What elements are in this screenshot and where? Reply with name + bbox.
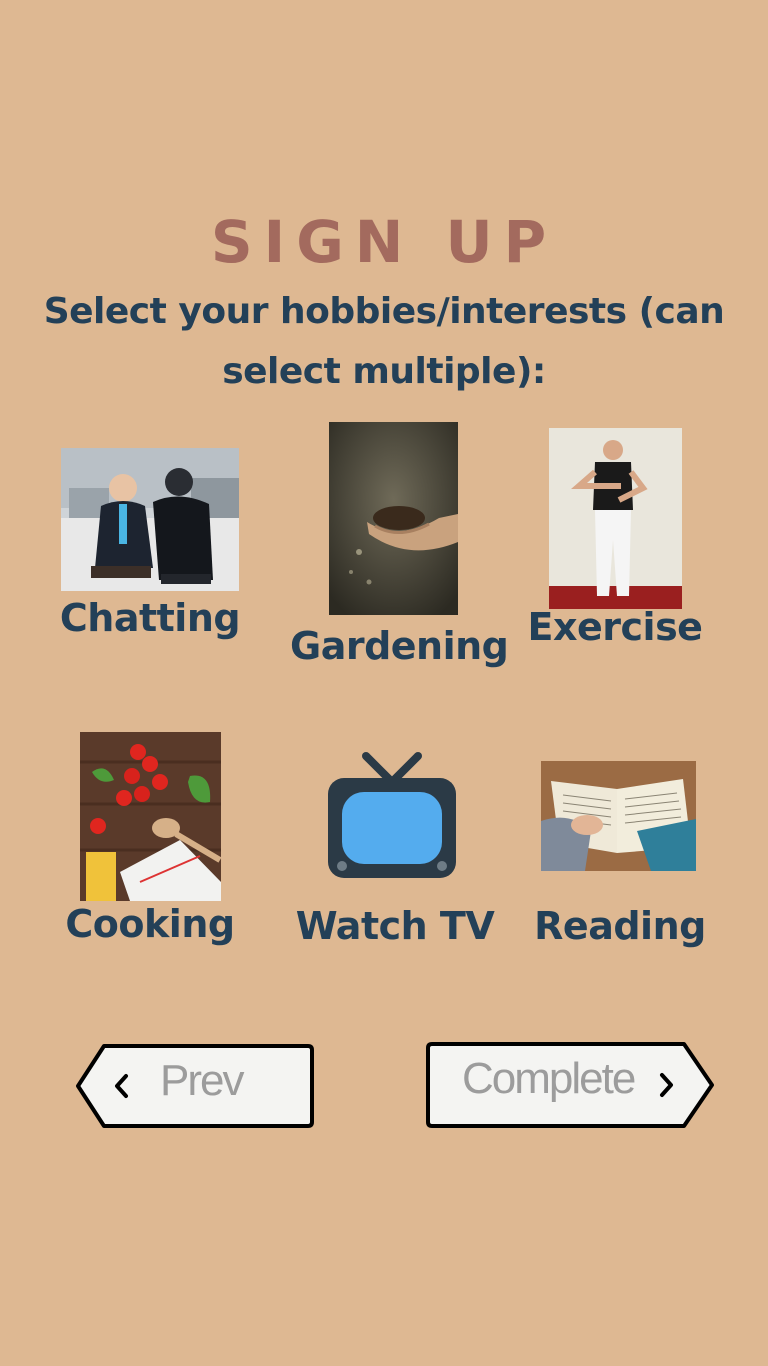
hobby-gardening[interactable]: Gardening — [290, 414, 509, 674]
open-book-photo — [541, 761, 696, 871]
hobby-watch-tv[interactable]: Watch TV — [295, 740, 495, 964]
prev-label: Prev — [160, 1056, 244, 1105]
hobby-cooking[interactable]: Cooking — [60, 724, 240, 964]
hobby-chatting[interactable]: Chatting — [40, 440, 260, 660]
hobby-label: Reading — [534, 904, 706, 948]
hobbies-prompt: Select your hobbies/interests (can selec… — [43, 291, 725, 392]
tomatoes-and-pasta-photo — [80, 732, 221, 901]
people-chatting-photo — [61, 448, 239, 591]
complete-button[interactable]: Complete — [424, 1040, 716, 1132]
hobby-reading[interactable]: Reading — [530, 752, 710, 964]
hobby-label: Exercise — [527, 605, 703, 649]
page-title: SIGN UP — [210, 208, 558, 276]
hobby-label: Chatting — [59, 596, 241, 640]
hobby-label: Cooking — [65, 902, 235, 946]
prev-button[interactable]: Prev — [74, 1042, 316, 1132]
hobby-label: Watch TV — [295, 904, 495, 948]
tv-icon — [328, 748, 458, 882]
chevron-left-icon — [112, 1070, 132, 1102]
hobby-label: Gardening — [290, 624, 509, 668]
hands-holding-soil-photo — [329, 422, 458, 615]
hobby-exercise[interactable]: Exercise — [520, 420, 710, 660]
man-exercising-photo — [549, 428, 682, 609]
chevron-right-icon — [656, 1069, 676, 1101]
complete-label: Complete — [462, 1054, 636, 1103]
